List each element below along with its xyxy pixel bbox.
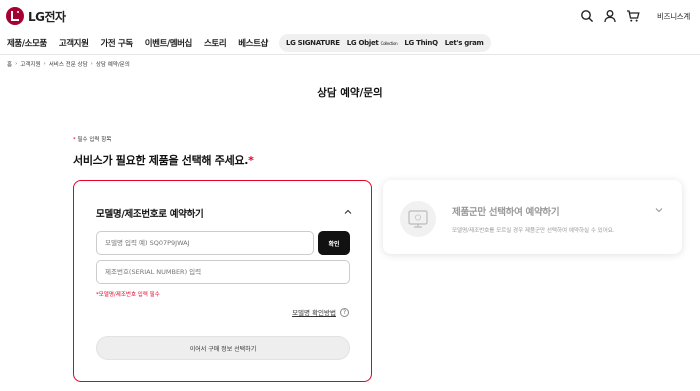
model-reservation-card: 모델명/제조번호로 예약하기 확인 *모델명/제조번호 입력 필수 모델명 확인… — [73, 180, 372, 382]
brand-links: LG SIGNATURE LG Objet Collection LG Thin… — [278, 34, 491, 52]
search-icon[interactable] — [580, 9, 594, 23]
brand-signature[interactable]: LG SIGNATURE — [286, 39, 340, 47]
brand-thinq[interactable]: LG ThinQ — [404, 39, 438, 47]
confirm-button[interactable]: 확인 — [318, 231, 350, 255]
monitor-icon — [408, 210, 428, 228]
nav-item-events[interactable]: 이벤트/멤버십 — [145, 37, 193, 49]
category-reservation-card[interactable]: 제품군만 선택하여 예약하기 모델명/제조번호를 모르실 경우 제품군만 선택하… — [383, 180, 682, 254]
chevron-right-icon: › — [90, 61, 93, 67]
brand-objet-suffix: Collection — [380, 41, 398, 46]
required-star: * — [73, 137, 76, 143]
next-step-button[interactable]: 이어서 구매 정보 선택하기 — [96, 336, 350, 360]
required-note-text: 필수 입력 항목 — [77, 137, 112, 143]
chevron-down-icon[interactable] — [655, 206, 663, 214]
chevron-up-icon[interactable] — [344, 208, 352, 216]
category-card-description: 모델명/제조번호를 모르실 경우 제품군만 선택하여 예약하실 수 있어요. — [452, 228, 615, 234]
required-note: * 필수 입력 항목 — [73, 135, 111, 143]
header-divider — [0, 54, 700, 55]
chevron-right-icon: › — [15, 61, 18, 67]
chevron-right-icon: › — [43, 61, 46, 67]
model-help-label: 모델명 확인방법 — [292, 309, 336, 317]
main-nav: 제품/소모품 고객지원 가전 구독 이벤트/멤버십 스토리 베스트샵 LG SI… — [0, 33, 491, 53]
question-icon: ? — [340, 307, 349, 317]
category-card-title: 제품군만 선택하여 예약하기 — [452, 207, 560, 218]
cart-icon[interactable] — [626, 9, 640, 23]
product-icon — [400, 201, 436, 237]
brand-objet[interactable]: LG Objet Collection — [347, 39, 398, 47]
nav-item-story[interactable]: 스토리 — [204, 37, 227, 49]
section-title-text: 서비스가 필요한 제품을 선택해 주세요. — [73, 154, 249, 167]
brand-objet-label: LG Objet — [346, 39, 379, 47]
user-icon[interactable] — [603, 9, 617, 23]
nav-item-support[interactable]: 고객지원 — [59, 37, 89, 49]
breadcrumb-home[interactable]: 홈 — [7, 60, 12, 68]
top-bar: LG전자 비즈니스계 — [0, 0, 700, 32]
model-number-input[interactable] — [96, 231, 314, 255]
error-message: *모델명/제조번호 입력 필수 — [96, 292, 160, 298]
logo-text: LG전자 — [28, 9, 66, 24]
breadcrumb-current: 상담 예약/문의 — [95, 62, 130, 68]
breadcrumb: 홈 › 고객지원 › 서비스 전문 상담 › 상담 예약/문의 — [7, 60, 130, 68]
utility-icons: 비즈니스계 — [580, 9, 690, 23]
nav-item-products[interactable]: 제품/소모품 — [7, 37, 47, 49]
page-title: 상담 예약/문의 — [317, 87, 383, 99]
model-help-link[interactable]: 모델명 확인방법 ? — [292, 307, 349, 317]
lg-logo-icon — [6, 7, 24, 25]
business-link[interactable]: 비즈니스계 — [657, 11, 690, 22]
nav-item-bestshop[interactable]: 베스트샵 — [238, 37, 268, 49]
model-card-title[interactable]: 모델명/제조번호로 예약하기 — [96, 206, 204, 220]
section-title: 서비스가 필요한 제품을 선택해 주세요.* — [73, 152, 254, 168]
brand-gram[interactable]: Let's gram — [445, 39, 484, 47]
lg-logo[interactable]: LG전자 — [6, 7, 66, 25]
required-star: * — [248, 154, 254, 167]
nav-item-subscription[interactable]: 가전 구독 — [101, 37, 134, 49]
breadcrumb-support[interactable]: 고객지원 — [20, 60, 40, 68]
breadcrumb-consult[interactable]: 서비스 전문 상담 — [49, 60, 88, 68]
serial-number-input[interactable] — [96, 260, 350, 284]
